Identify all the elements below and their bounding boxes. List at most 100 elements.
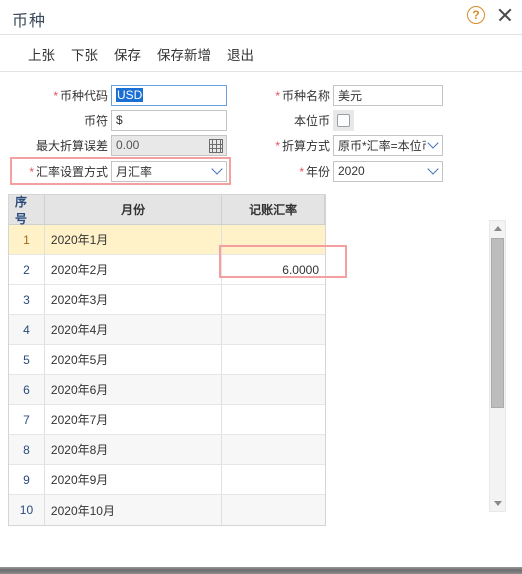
- required-marker: *: [53, 88, 58, 103]
- chevron-down-icon[interactable]: [427, 137, 439, 149]
- table-row[interactable]: 10 2020年10月: [9, 495, 325, 525]
- table-row[interactable]: 8 2020年8月: [9, 435, 325, 465]
- field-currency-code: * 币种代码 USD: [0, 84, 240, 106]
- table-row[interactable]: 9 2020年9月: [9, 465, 325, 495]
- triangle-down-icon: [493, 501, 502, 506]
- cell-no: 9: [9, 465, 45, 494]
- toolbar-next-button[interactable]: 下张: [71, 44, 98, 64]
- label-max-conversion-error: 最大折算误差: [35, 138, 108, 153]
- max-conversion-error-value: 0.00: [116, 138, 140, 152]
- cell-month: 2020年8月: [45, 435, 223, 464]
- title-bar: 币种 ?: [0, 0, 522, 35]
- chevron-down-icon[interactable]: [427, 163, 439, 175]
- cell-no: 3: [9, 285, 45, 314]
- table-row[interactable]: 5 2020年5月: [9, 345, 325, 375]
- cell-rate[interactable]: [222, 495, 325, 525]
- currency-symbol-input[interactable]: $: [111, 109, 227, 131]
- grid-header-row: 序号 月份 记账汇率: [9, 194, 325, 226]
- cell-rate[interactable]: [222, 465, 325, 494]
- year-value: 2020: [338, 164, 365, 178]
- currency-name-value: 美元: [338, 88, 363, 103]
- currency-form: * 币种代码 USD 币符 $ 最大折算误差 0.00 * 汇率设置方式 月汇率 *…: [0, 73, 522, 190]
- toolbar-prev-button[interactable]: 上张: [28, 44, 55, 64]
- cell-rate[interactable]: [222, 285, 325, 314]
- label-conversion-method: * 折算方式: [275, 138, 330, 153]
- cell-rate[interactable]: [222, 345, 325, 374]
- table-row[interactable]: 3 2020年3月: [9, 285, 325, 315]
- conversion-method-dropdown[interactable]: 原币*汇率=本位币: [333, 134, 443, 156]
- column-header-no[interactable]: 序号: [9, 195, 45, 226]
- table-row[interactable]: 4 2020年4月: [9, 315, 325, 345]
- currency-code-value: USD: [116, 88, 144, 102]
- field-currency-name: * 币种名称 美元: [250, 84, 522, 106]
- column-header-rate[interactable]: 记账汇率: [222, 195, 325, 224]
- max-conversion-error-input[interactable]: 0.00: [111, 134, 227, 156]
- base-currency-checkbox[interactable]: [337, 113, 350, 127]
- cell-no: 1: [9, 225, 45, 254]
- cell-month: 2020年10月: [45, 495, 223, 525]
- label-currency-symbol: 币符: [83, 113, 108, 128]
- cell-month: 2020年5月: [45, 345, 223, 374]
- table-row[interactable]: 7 2020年7月: [9, 405, 325, 435]
- cell-month: 2020年1月: [45, 225, 223, 254]
- year-dropdown[interactable]: 2020: [333, 160, 443, 182]
- cell-no: 6: [9, 375, 45, 404]
- cell-month: 2020年7月: [45, 405, 223, 434]
- rate-setting-method-value: 月汇率: [116, 164, 153, 179]
- chevron-down-icon[interactable]: [211, 163, 223, 175]
- cell-no: 7: [9, 405, 45, 434]
- cell-rate[interactable]: [222, 375, 325, 404]
- field-base-currency: 本位币: [250, 109, 522, 131]
- toolbar-exit-button[interactable]: 退出: [227, 44, 254, 64]
- table-row[interactable]: 6 2020年6月: [9, 375, 325, 405]
- triangle-up-icon: [493, 226, 502, 231]
- rate-setting-method-dropdown[interactable]: 月汇率: [111, 160, 227, 182]
- required-marker: *: [275, 138, 280, 153]
- close-icon[interactable]: [496, 6, 514, 24]
- calculator-icon[interactable]: [209, 138, 223, 153]
- label-rate-setting-method: * 汇率设置方式: [29, 164, 108, 179]
- cell-no: 2: [9, 255, 45, 284]
- label-currency-code: * 币种代码: [53, 88, 108, 103]
- cell-rate[interactable]: [222, 315, 325, 344]
- field-year: * 年份 2020: [250, 160, 522, 182]
- cell-rate[interactable]: [222, 225, 325, 254]
- required-marker: *: [275, 88, 280, 103]
- currency-name-input[interactable]: 美元: [333, 84, 443, 106]
- field-conversion-method: * 折算方式 原币*汇率=本位币: [250, 134, 522, 156]
- table-row[interactable]: 2 2020年2月 6.0000: [9, 255, 325, 285]
- field-max-conversion-error: 最大折算误差 0.00: [0, 134, 240, 156]
- cell-no: 5: [9, 345, 45, 374]
- cell-no: 8: [9, 435, 45, 464]
- currency-code-input[interactable]: USD: [111, 84, 227, 106]
- column-header-month[interactable]: 月份: [45, 195, 223, 224]
- label-currency-name: * 币种名称: [275, 88, 330, 103]
- toolbar-save-add-button[interactable]: 保存新增: [157, 44, 211, 64]
- scrollbar-up-button[interactable]: [490, 221, 505, 236]
- field-rate-setting-method: * 汇率设置方式 月汇率: [0, 160, 240, 182]
- label-base-currency: 本位币: [293, 113, 330, 128]
- help-circle-icon[interactable]: ?: [467, 6, 485, 24]
- cell-no: 10: [9, 495, 45, 525]
- label-year: * 年份: [299, 164, 330, 179]
- required-marker: *: [299, 164, 304, 179]
- scrollbar-down-button[interactable]: [490, 496, 505, 511]
- cell-month: 2020年4月: [45, 315, 223, 344]
- required-marker: *: [29, 164, 34, 179]
- page-title: 币种: [12, 13, 47, 30]
- cell-rate[interactable]: [222, 405, 325, 434]
- cell-rate[interactable]: 6.0000: [222, 255, 325, 284]
- field-currency-symbol: 币符 $: [0, 109, 240, 131]
- cell-no: 4: [9, 315, 45, 344]
- cell-month: 2020年9月: [45, 465, 223, 494]
- cell-month: 2020年6月: [45, 375, 223, 404]
- base-currency-checkbox-wrap[interactable]: [333, 109, 354, 131]
- exchange-rate-grid: 序号 月份 记账汇率 1 2020年1月 2 2020年2月 6.0000 3 …: [8, 194, 326, 526]
- cell-rate[interactable]: [222, 435, 325, 464]
- scrollbar-thumb[interactable]: [491, 238, 504, 408]
- toolbar-save-button[interactable]: 保存: [114, 44, 141, 64]
- grid-vertical-scrollbar[interactable]: [489, 220, 506, 512]
- conversion-method-value: 原币*汇率=本位币: [338, 138, 426, 153]
- cell-month: 2020年3月: [45, 285, 223, 314]
- table-row[interactable]: 1 2020年1月: [9, 225, 325, 255]
